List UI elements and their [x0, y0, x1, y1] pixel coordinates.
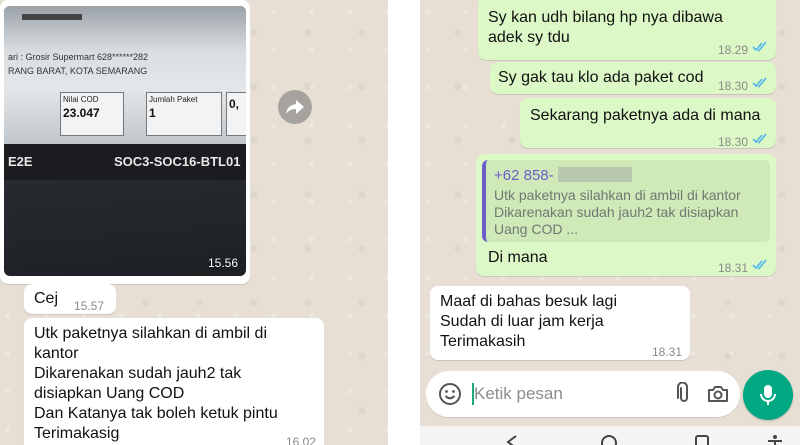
message-input[interactable]: [474, 383, 654, 405]
system-nav-bar: [420, 426, 800, 445]
accessibility-nav-icon[interactable]: [766, 434, 784, 445]
message-time: 18.31: [652, 345, 683, 359]
label-header-strip: [22, 14, 82, 20]
label-sender-line: ari : Grosir Supermart 628******282: [8, 52, 149, 62]
message-line: Sy kan udh bilang hp nya dibawa: [488, 9, 723, 26]
message-text: Sy gak tau klo ada paket cod: [498, 69, 704, 86]
message-incoming[interactable]: Maaf di bahas besuk lagi Sudah di luar j…: [430, 286, 690, 360]
image-message-time: 15.56: [207, 256, 238, 270]
right-chat-panel: Sy kan udh bilang hp nya dibawa adek sy …: [420, 0, 800, 445]
message-line: Sudah di luar jam kerja: [440, 313, 604, 330]
forward-icon: [286, 100, 304, 114]
camera-icon[interactable]: [706, 382, 730, 406]
mic-button[interactable]: [743, 370, 793, 420]
package-photo[interactable]: ari : Grosir Supermart 628******282 RANG…: [4, 6, 246, 276]
message-text: Di mana: [488, 249, 548, 266]
quoted-message[interactable]: +62 858- Utk paketnya silahkan di ambil …: [482, 160, 770, 242]
message-time: 18.30: [718, 79, 749, 93]
message-time: 18.30: [718, 135, 749, 149]
message-outgoing[interactable]: Sy kan udh bilang hp nya dibawa adek sy …: [478, 0, 776, 60]
message-pickup-info[interactable]: Utk paketnya silahkan di ambil di kantor…: [24, 318, 324, 445]
message-text: Cej: [34, 290, 59, 307]
extra-cell: 0,: [226, 92, 246, 136]
message-line: Utk paketnya silahkan di ambil di: [34, 325, 268, 342]
message-line: Maaf di bahas besuk lagi: [440, 293, 617, 310]
qty-cell: Jumlah Paket 1: [146, 92, 222, 136]
label-address-line: RANG BARAT, KOTA SEMARANG: [8, 66, 148, 76]
double-check-icon: [752, 77, 767, 88]
left-chat-panel: ari : Grosir Supermart 628******282 RANG…: [0, 0, 388, 445]
qty-label: Jumlah Paket: [149, 95, 198, 104]
home-nav-icon[interactable]: [600, 434, 618, 445]
message-time: 18.29: [718, 43, 749, 57]
message-outgoing[interactable]: Sekarang paketnya ada di mana 18.30: [520, 98, 776, 149]
message-cej[interactable]: Cej 15.57: [24, 284, 116, 314]
route-code: SOC3-SOC16-BTL01: [114, 154, 241, 169]
route-left-code: E2E: [8, 154, 33, 169]
cod-value: 23.047: [63, 106, 100, 120]
message-line: disiapkan Uang COD: [34, 385, 185, 402]
back-nav-icon[interactable]: [504, 434, 520, 445]
message-text-block: Sy kan udh bilang hp nya dibawa adek sy …: [488, 8, 723, 48]
mic-icon: [760, 385, 776, 405]
extra-cell-value: 0,: [229, 97, 240, 111]
divider-gap: [388, 0, 420, 445]
message-line: Dikarenakan sudah jauh2 tak: [34, 365, 242, 382]
double-check-icon: [752, 133, 767, 144]
message-line: kantor: [34, 345, 79, 362]
redacted-number: [558, 167, 632, 182]
recents-nav-icon[interactable]: [694, 434, 710, 445]
qty-value: 1: [149, 106, 156, 120]
message-time: 15.57: [74, 299, 105, 313]
message-text-block: Utk paketnya silahkan di ambil di kantor…: [34, 324, 278, 444]
message-outgoing[interactable]: Sy gak tau klo ada paket cod 18.30: [490, 62, 776, 94]
message-composer: [426, 371, 740, 417]
emoji-icon[interactable]: [438, 382, 462, 406]
message-text-block: Maaf di bahas besuk lagi Sudah di luar j…: [440, 292, 617, 352]
quoted-line: Utk paketnya silahkan di ambil di kantor: [494, 187, 741, 203]
quoted-text: Utk paketnya silahkan di ambil di kantor…: [494, 187, 774, 238]
paperclip-icon[interactable]: [672, 382, 696, 406]
image-message[interactable]: ari : Grosir Supermart 628******282 RANG…: [0, 0, 250, 284]
message-line: Terimakasig: [34, 425, 120, 442]
message-time: 18.31: [718, 261, 749, 275]
forward-button[interactable]: [278, 90, 312, 124]
shipping-label: ari : Grosir Supermart 628******282 RANG…: [4, 6, 246, 156]
message-text: Sekarang paketnya ada di mana: [530, 107, 761, 124]
double-check-icon: [752, 41, 767, 52]
double-check-icon: [752, 259, 767, 270]
message-line: Terimakasih: [440, 333, 526, 350]
quoted-line: Dikarenakan sudah jauh2 tak disiapkan: [494, 204, 739, 220]
message-time: 16.02: [286, 435, 317, 445]
cod-cell: Nilai COD 23.047: [60, 92, 124, 136]
cod-label: Nilai COD: [63, 95, 99, 104]
message-line: Dan Katanya tak boleh ketuk pintu: [34, 405, 278, 422]
message-line: adek sy tdu: [488, 29, 570, 46]
message-reply[interactable]: +62 858- Utk paketnya silahkan di ambil …: [476, 154, 776, 276]
quoted-line: Uang COD ...: [494, 221, 579, 237]
quoted-sender: +62 858-: [494, 167, 554, 184]
route-strip: E2E SOC3-SOC16-BTL01: [4, 144, 246, 180]
